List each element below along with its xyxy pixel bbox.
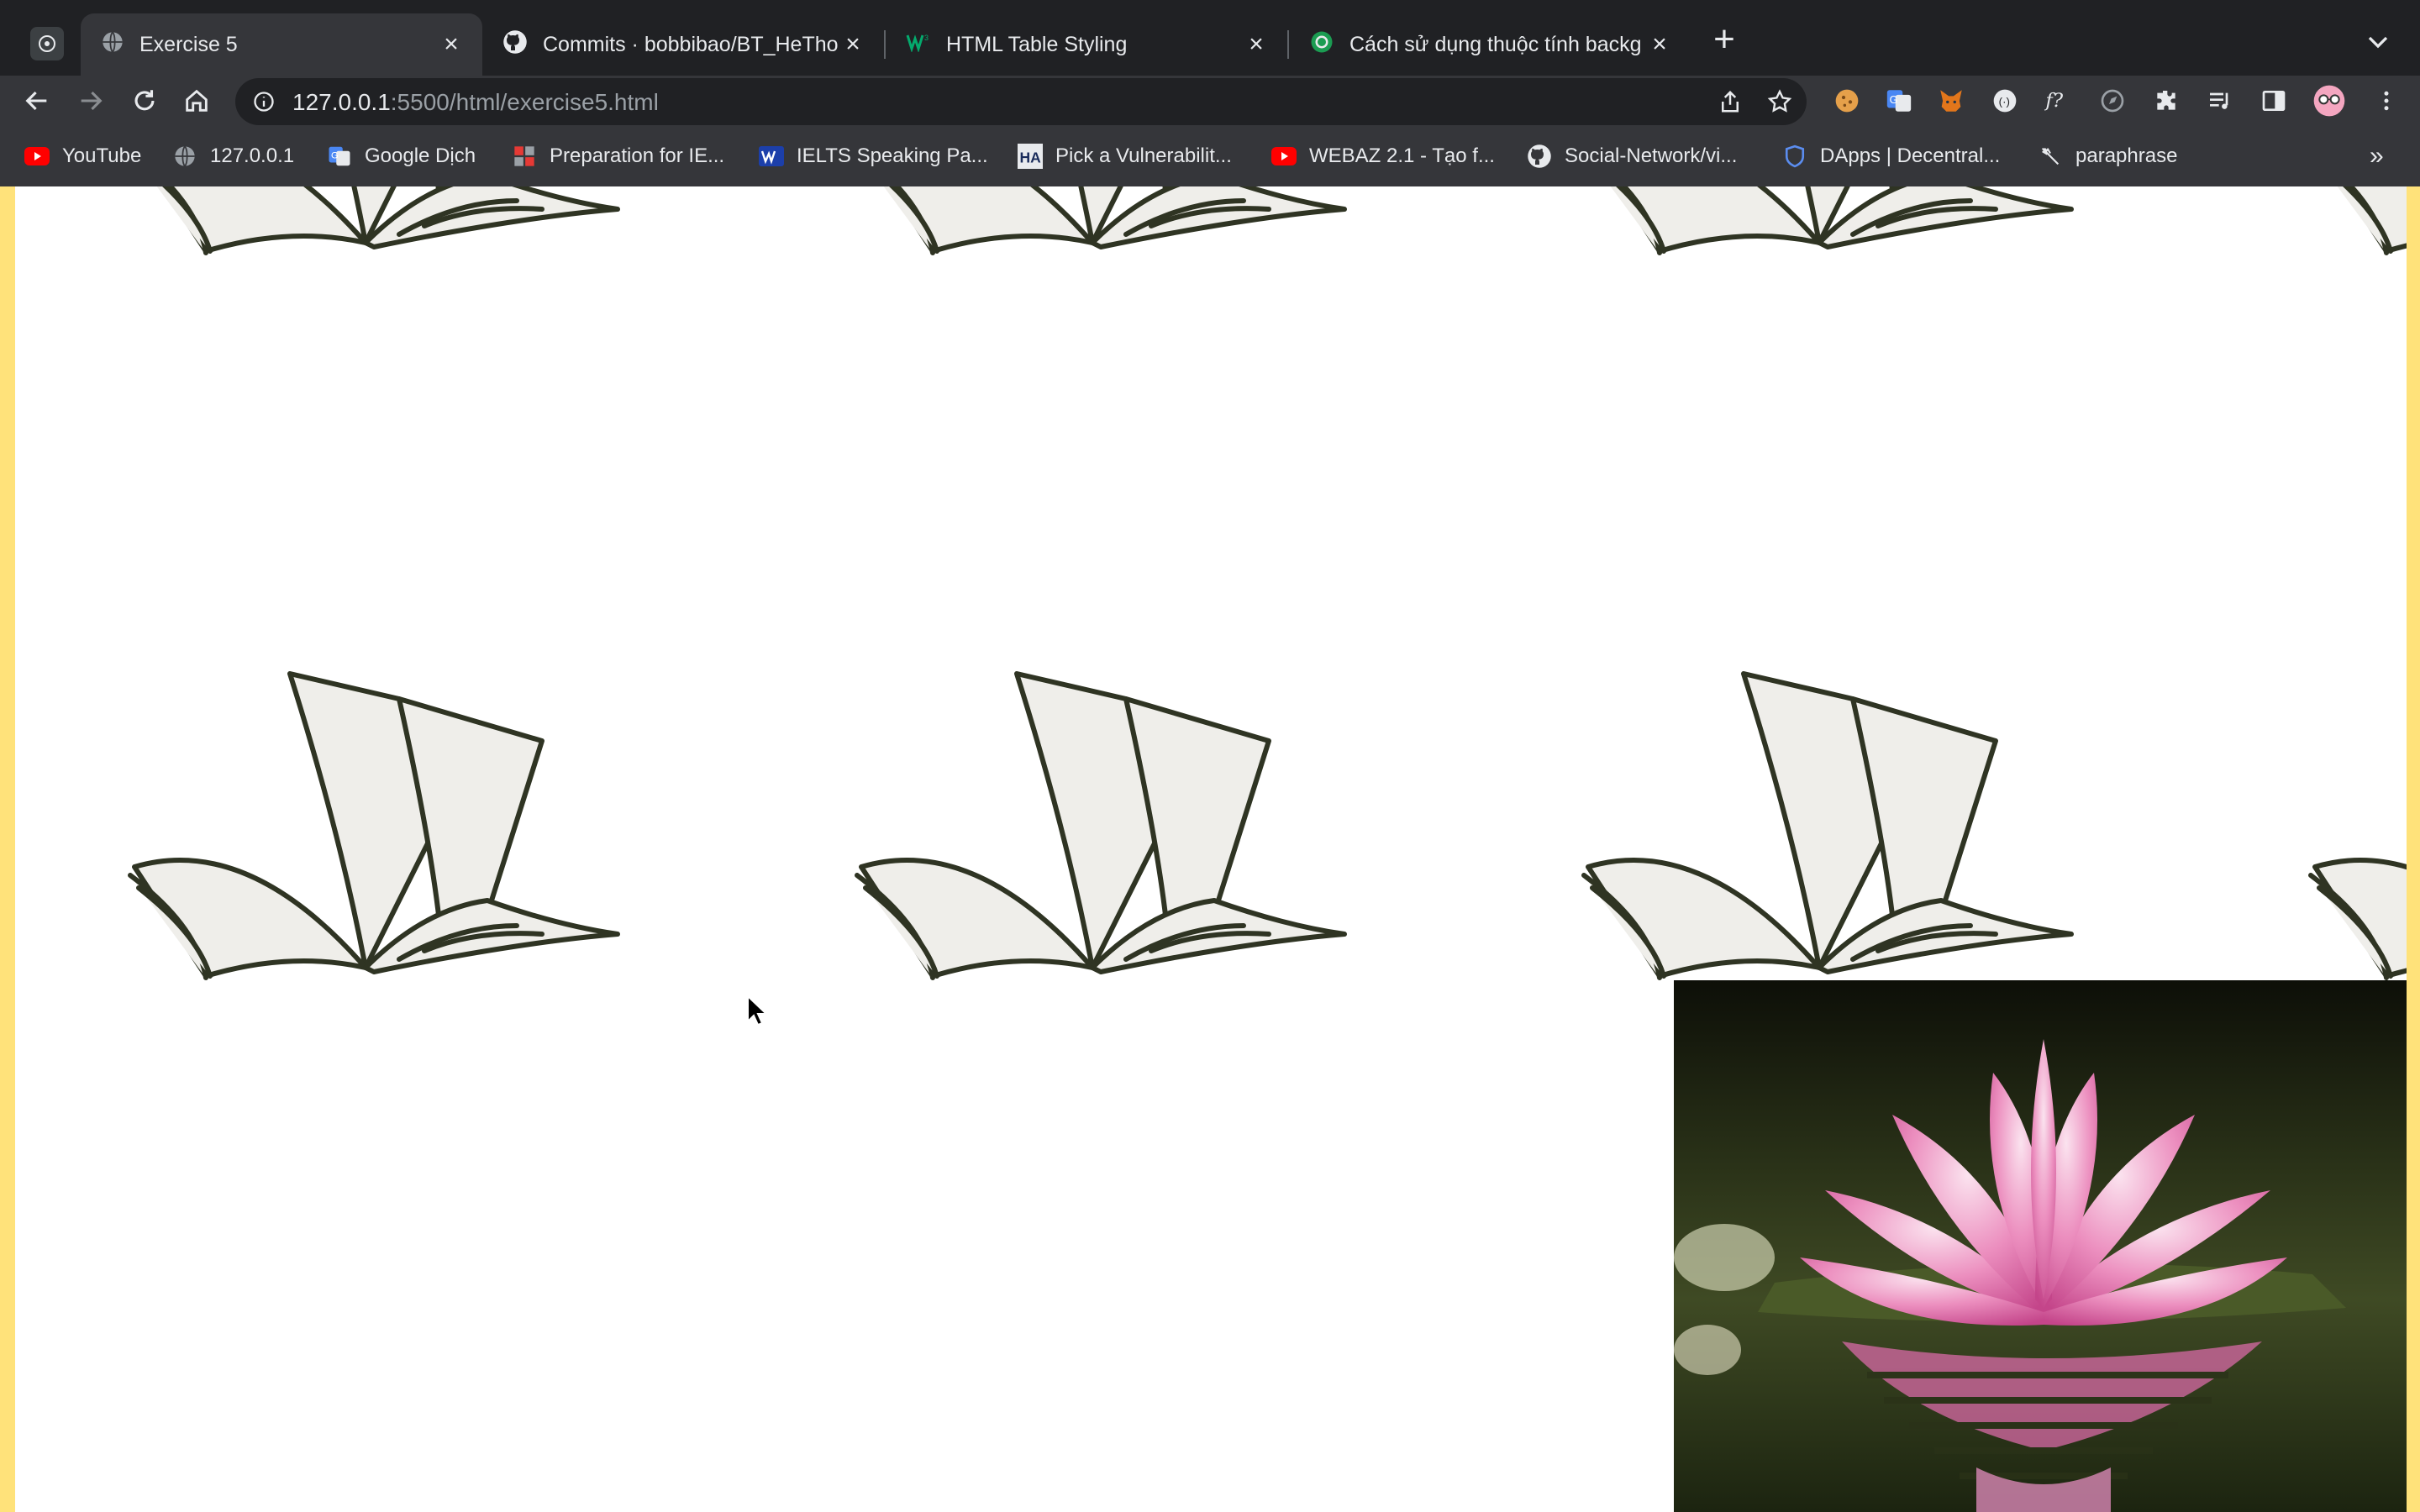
bookmark-label: Google Dịch	[365, 144, 476, 167]
bookmark-paraphrase[interactable]: paraphrase	[2037, 141, 2177, 171]
reload-icon[interactable]	[126, 82, 163, 119]
url-host: 127.0.0.1	[292, 89, 391, 115]
svg-text:HA: HA	[1020, 150, 1042, 166]
red-squares-icon	[511, 143, 538, 170]
translate-extension-icon[interactable]: G	[1882, 84, 1916, 118]
bookmark-label: WEBAZ 2.1 - Tạo f...	[1309, 144, 1495, 167]
tab-background-property[interactable]: Cách sử dụng thuộc tính backg ×	[1289, 13, 1691, 76]
info-icon[interactable]	[252, 90, 276, 118]
bookmark-webaz[interactable]: WEBAZ 2.1 - Tạo f...	[1270, 141, 1495, 171]
shield-icon	[1781, 143, 1808, 170]
mouse-cursor	[746, 994, 769, 1031]
bookmarks-bar: YouTube 127.0.0.1 G Google Dịch Preparat…	[0, 126, 2420, 187]
open-book-illustration	[122, 648, 626, 984]
tab-title: Commits · bobbibao/BT_HeTho	[543, 32, 839, 56]
formula-extension-icon[interactable]: f?	[2042, 84, 2075, 118]
home-icon[interactable]	[178, 82, 215, 119]
open-book-illustration	[1576, 648, 2080, 984]
youtube-icon	[1270, 143, 1297, 170]
svg-text:G: G	[331, 151, 339, 161]
chevron-down-icon[interactable]	[2361, 25, 2395, 59]
bookmark-star-icon[interactable]	[1766, 88, 1793, 119]
open-book-illustration	[849, 186, 1353, 260]
back-arrow-icon[interactable]	[18, 82, 55, 119]
metamask-fox-icon[interactable]	[1934, 84, 1968, 118]
open-book-illustration	[2302, 186, 2407, 260]
svg-text:G: G	[1890, 93, 1898, 106]
ha-logo-icon: HA	[1017, 143, 1044, 170]
lotus-image	[1674, 980, 2407, 1512]
compass-extension-icon[interactable]	[2096, 84, 2129, 118]
tab-title: Cách sử dụng thuộc tính backg	[1349, 32, 1642, 56]
bookmark-localhost[interactable]: 127.0.0.1	[171, 141, 294, 171]
github-icon	[502, 29, 528, 60]
youtube-icon	[24, 143, 50, 170]
bookmark-label: YouTube	[62, 144, 142, 167]
share-icon[interactable]	[1718, 88, 1743, 119]
forward-arrow-icon[interactable]	[72, 82, 109, 119]
side-panel-icon[interactable]	[2257, 84, 2291, 118]
tab-title: Exercise 5	[139, 32, 238, 56]
profile-avatar[interactable]	[2312, 84, 2346, 118]
page-viewport	[0, 186, 2420, 1512]
bookmark-preparation-ielts[interactable]: Preparation for IE...	[511, 141, 724, 171]
bookmark-label: IELTS Speaking Pa...	[797, 144, 988, 167]
bookmark-google-dich[interactable]: G Google Dịch	[326, 141, 476, 171]
url-text: 127.0.0.1:5500/html/exercise5.html	[292, 89, 659, 116]
w-logo-icon	[758, 143, 785, 170]
bookmark-dapps[interactable]: DApps | Decentral...	[1781, 141, 2000, 171]
svg-text:(·): (·)	[1999, 95, 2010, 108]
bookmark-label: 127.0.0.1	[210, 144, 295, 167]
svg-text:f?: f?	[2044, 90, 2063, 112]
bookmark-label: DApps | Decentral...	[1820, 144, 2001, 167]
more-bookmarks-button[interactable]: »	[2370, 141, 2384, 171]
open-book-illustration	[849, 648, 1353, 984]
bookmark-label: paraphrase	[2075, 144, 2178, 167]
bookmark-youtube[interactable]: YouTube	[24, 141, 141, 171]
kebab-menu-icon[interactable]	[2370, 84, 2403, 118]
bookmark-label: Social-Network/vi...	[1565, 144, 1738, 167]
media-queue-icon[interactable]	[2203, 84, 2237, 118]
bookmark-label: Pick a Vulnerabilit...	[1055, 144, 1232, 167]
tab-title: HTML Table Styling	[946, 32, 1128, 56]
close-icon[interactable]: ×	[1645, 30, 1674, 59]
tab-html-table-styling[interactable]: 3 HTML Table Styling ×	[886, 13, 1287, 76]
close-icon[interactable]: ×	[437, 30, 466, 59]
address-bar[interactable]: 127.0.0.1:5500/html/exercise5.html	[235, 78, 1807, 125]
feather-icon	[2037, 143, 2064, 170]
url-path: :5500/html/exercise5.html	[390, 89, 659, 115]
close-icon[interactable]: ×	[839, 30, 867, 59]
github-icon	[1526, 143, 1553, 170]
svg-text:3: 3	[924, 34, 929, 42]
w3-icon: 3	[906, 32, 931, 58]
page-body	[15, 186, 2407, 1512]
open-book-illustration	[1576, 186, 2080, 260]
globe-icon	[101, 30, 124, 60]
green-logo-icon	[1309, 29, 1334, 60]
bookmark-label: Preparation for IE...	[550, 144, 725, 167]
translate-icon: G	[326, 143, 353, 170]
tab-exercise-5[interactable]: Exercise 5 ×	[81, 13, 482, 76]
close-icon[interactable]: ×	[1242, 30, 1270, 59]
globe-icon	[171, 143, 198, 170]
new-tab-button[interactable]: +	[1706, 21, 1743, 59]
open-book-illustration	[122, 186, 626, 260]
toolbar: 127.0.0.1:5500/html/exercise5.html G (·)…	[0, 76, 2420, 126]
tab-commits[interactable]: Commits · bobbibao/BT_HeTho ×	[482, 13, 884, 76]
tab-strip: Exercise 5 × Commits · bobbibao/BT_HeTho…	[0, 0, 2420, 76]
bookmark-ielts-speaking[interactable]: IELTS Speaking Pa...	[758, 141, 988, 171]
open-book-illustration	[2302, 648, 2407, 984]
chatgpt-app-icon[interactable]	[30, 27, 64, 60]
bookmark-pick-vulnerability[interactable]: HA Pick a Vulnerabilit...	[1017, 141, 1232, 171]
puzzle-extensions-icon[interactable]	[2149, 84, 2183, 118]
bookmark-social-network[interactable]: Social-Network/vi...	[1526, 141, 1737, 171]
circle-extension-icon[interactable]: (·)	[1988, 84, 2022, 118]
cookie-extension-icon[interactable]	[1830, 84, 1864, 118]
